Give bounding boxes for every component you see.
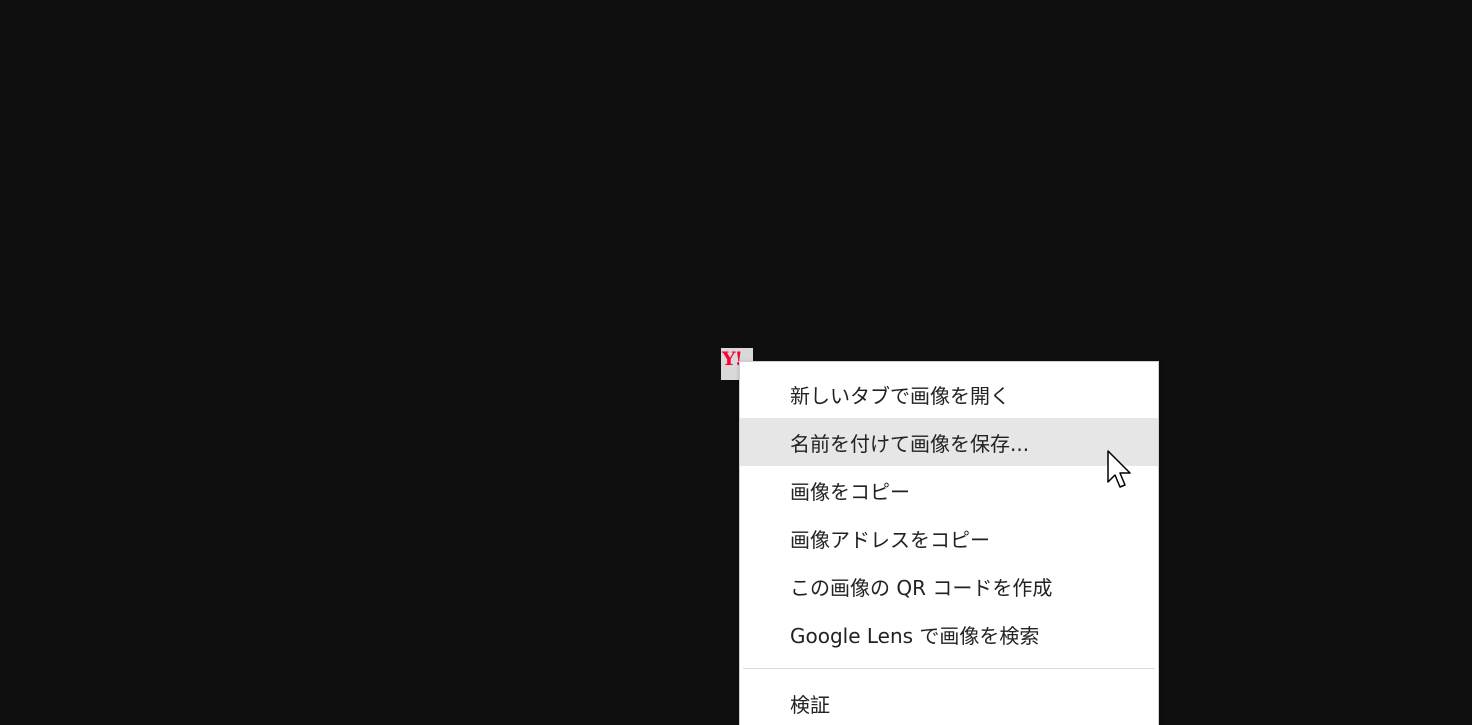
menu-item-label: 新しいタブで画像を開く (790, 383, 1010, 408)
menu-item-open-image-new-tab[interactable]: 新しいタブで画像を開く (740, 370, 1158, 418)
menu-item-save-image-as[interactable]: 名前を付けて画像を保存... (740, 418, 1158, 466)
menu-item-inspect[interactable]: 検証 (740, 679, 1158, 725)
menu-separator (743, 668, 1155, 669)
menu-item-label: この画像の QR コードを作成 (790, 575, 1053, 600)
menu-item-label: 検証 (790, 692, 830, 717)
menu-item-label: Google Lens で画像を検索 (790, 623, 1040, 648)
context-menu: 新しいタブで画像を開く 名前を付けて画像を保存... 画像をコピー 画像アドレス… (739, 361, 1159, 725)
menu-item-copy-image[interactable]: 画像をコピー (740, 466, 1158, 514)
menu-item-label: 画像アドレスをコピー (790, 527, 990, 552)
menu-item-search-google-lens[interactable]: Google Lens で画像を検索 (740, 610, 1158, 658)
menu-item-label: 名前を付けて画像を保存... (790, 431, 1030, 456)
menu-item-create-qr-code[interactable]: この画像の QR コードを作成 (740, 562, 1158, 610)
menu-item-label: 画像をコピー (790, 479, 910, 504)
page-canvas: Y! 新しいタブで画像を開く 名前を付けて画像を保存... 画像をコピー 画像ア… (0, 0, 1472, 725)
arrow-cursor-icon (1107, 450, 1131, 488)
menu-item-copy-image-address[interactable]: 画像アドレスをコピー (740, 514, 1158, 562)
